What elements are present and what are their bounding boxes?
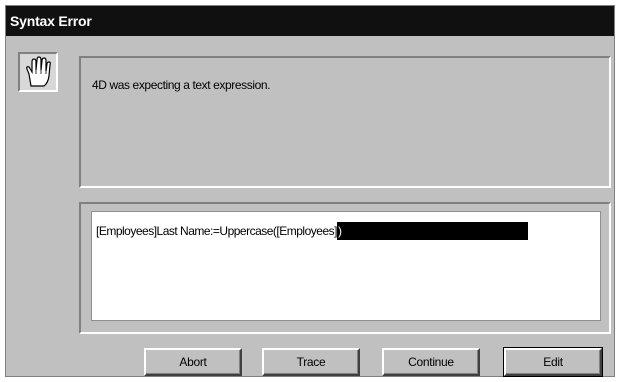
dialog-title: Syntax Error (6, 6, 614, 36)
abort-button[interactable]: Abort (144, 348, 242, 376)
code-panel: [Employees]Last Name:=Uppercase([Employe… (79, 202, 611, 334)
message-panel: 4D was expecting a text expression. (79, 56, 611, 188)
trace-button[interactable]: Trace (262, 348, 360, 376)
stop-hand-icon (18, 52, 58, 92)
continue-button[interactable]: Continue (382, 348, 480, 376)
code-text-field[interactable]: [Employees]Last Name:=Uppercase([Employe… (91, 211, 601, 321)
code-selection: ) (336, 222, 528, 240)
syntax-error-dialog: Syntax Error 4D was expecting a text exp… (5, 5, 615, 377)
edit-button[interactable]: Edit (503, 347, 603, 377)
code-line: [Employees]Last Name:=Uppercase([Employe… (96, 222, 598, 240)
error-message: 4D was expecting a text expression. (92, 78, 271, 92)
code-text: [Employees]Last Name:=Uppercase([Employe… (96, 224, 337, 238)
